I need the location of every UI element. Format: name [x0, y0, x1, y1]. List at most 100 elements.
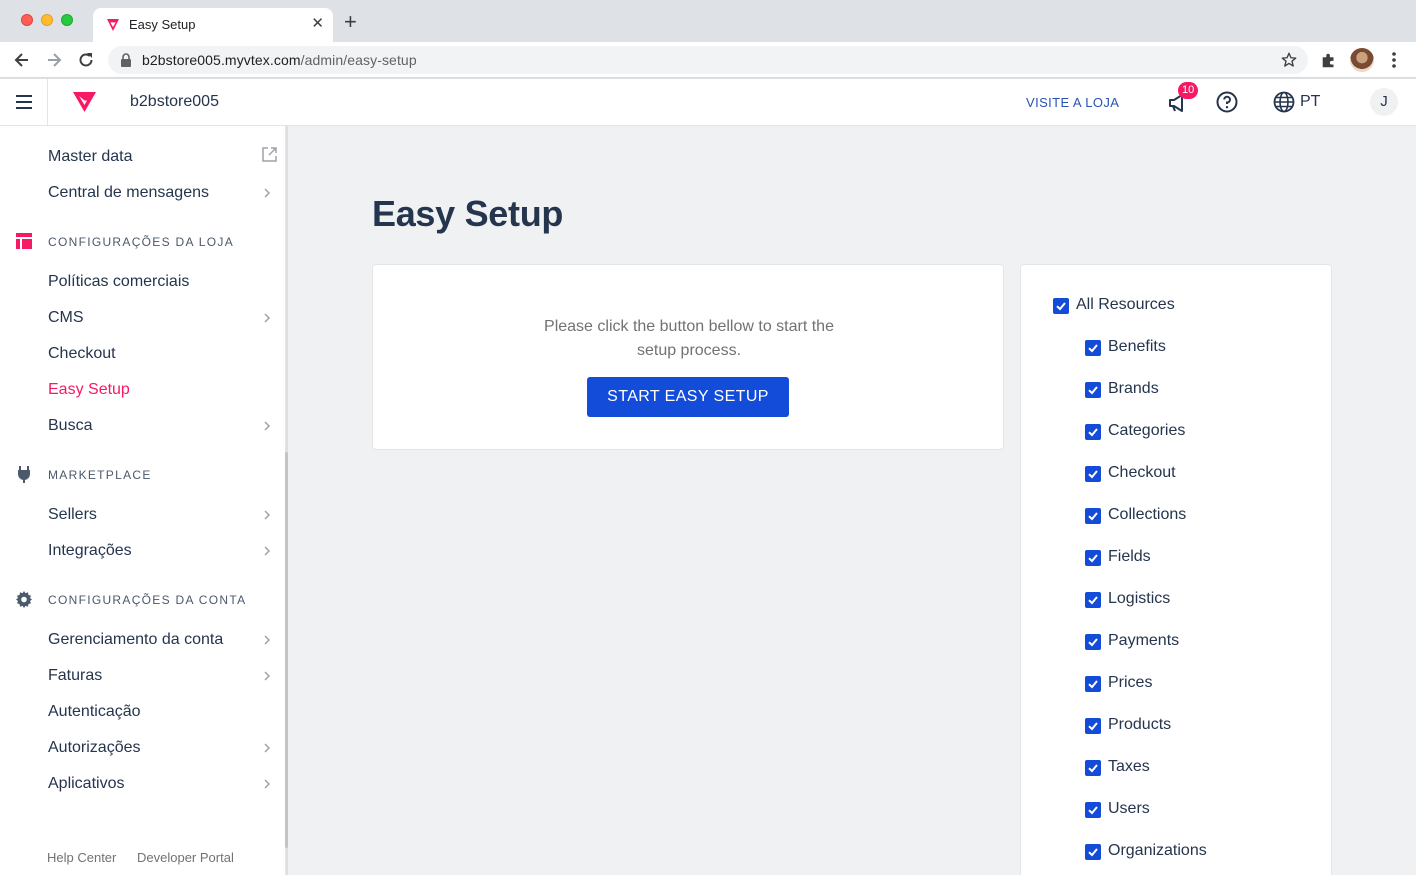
- resource-checkbox[interactable]: [1085, 550, 1101, 566]
- page-title: Easy Setup: [372, 193, 564, 234]
- account-name: b2bstore005: [130, 93, 219, 110]
- resource-checkbox[interactable]: [1085, 844, 1101, 860]
- chevron-right-icon: [264, 671, 271, 681]
- menu-toggle-button[interactable]: [0, 79, 48, 125]
- sidebar-item-faturas[interactable]: Faturas: [48, 667, 102, 685]
- window-close-button[interactable]: [21, 14, 33, 26]
- resource-checkbox[interactable]: [1085, 508, 1101, 524]
- admin-topbar: b2bstore005 VISITE A LOJA 10 PT J: [0, 79, 1416, 126]
- url-path: /admin/easy-setup: [300, 52, 417, 68]
- vtex-logo-icon[interactable]: [72, 91, 97, 113]
- sidebar-item-central-de-mensagens[interactable]: Central de mensagens: [48, 184, 209, 202]
- resources-card: All Resources Benefits Brands Categories Ch…: [1020, 264, 1332, 875]
- external-link-icon[interactable]: [261, 146, 278, 163]
- sidebar-item-busca[interactable]: Busca: [48, 417, 92, 435]
- sidebar-item-aplicativos[interactable]: Aplicativos: [48, 775, 124, 793]
- resource-checkbox[interactable]: [1085, 592, 1101, 608]
- checkmark-icon: [1088, 848, 1098, 857]
- sidebar-item-cms[interactable]: CMS: [48, 309, 84, 327]
- checkmark-icon: [1088, 512, 1098, 521]
- checkmark-icon: [1088, 806, 1098, 815]
- resource-checkbox[interactable]: [1085, 424, 1101, 440]
- checkmark-icon: [1088, 428, 1098, 437]
- all-resources-label: All Resources: [1076, 296, 1175, 313]
- chevron-right-icon: [264, 510, 271, 520]
- checkmark-icon: [1088, 764, 1098, 773]
- all-resources-checkbox[interactable]: [1053, 298, 1069, 314]
- window-minimize-button[interactable]: [41, 14, 53, 26]
- new-tab-button[interactable]: +: [344, 11, 357, 33]
- sidebar-item-autenticacao[interactable]: Autenticação: [48, 703, 141, 721]
- back-arrow-icon[interactable]: [12, 50, 32, 70]
- developer-portal-link[interactable]: Developer Portal: [137, 850, 234, 865]
- chevron-right-icon: [264, 743, 271, 753]
- resource-label: Benefits: [1108, 338, 1166, 355]
- sidebar-item-politicas-comerciais[interactable]: Políticas comerciais: [48, 273, 189, 291]
- section-title-conta: CONFIGURAÇÕES DA CONTA: [48, 593, 247, 607]
- language-selector[interactable]: PT: [1300, 93, 1320, 111]
- help-question-icon[interactable]: [1216, 91, 1238, 113]
- resource-checkbox[interactable]: [1085, 634, 1101, 650]
- extensions-puzzle-icon[interactable]: [1320, 51, 1338, 69]
- bookmark-star-icon[interactable]: [1280, 51, 1298, 69]
- url-host: b2bstore005.myvtex.com: [142, 52, 301, 68]
- profile-avatar[interactable]: [1350, 48, 1374, 72]
- setup-card: Please click the button bellow to start …: [372, 264, 1004, 450]
- resource-label: Brands: [1108, 380, 1159, 397]
- store-layout-icon: [16, 233, 32, 249]
- chevron-right-icon: [264, 546, 271, 556]
- help-center-link[interactable]: Help Center: [47, 850, 116, 865]
- resource-label: Logistics: [1108, 590, 1171, 607]
- tab-close-icon[interactable]: ✕: [311, 15, 324, 33]
- forward-arrow-icon[interactable]: [44, 50, 64, 70]
- user-avatar[interactable]: J: [1370, 88, 1398, 116]
- resource-label: Categories: [1108, 422, 1186, 439]
- address-bar[interactable]: b2bstore005.myvtex.com/admin/easy-setup: [108, 46, 1308, 74]
- start-easy-setup-button[interactable]: START EASY SETUP: [587, 377, 789, 417]
- tab-title: Easy Setup: [129, 17, 196, 32]
- resource-checkbox[interactable]: [1085, 466, 1101, 482]
- resource-label: Fields: [1108, 548, 1151, 565]
- gear-icon: [16, 591, 32, 608]
- sidebar-item-sellers[interactable]: Sellers: [48, 506, 97, 524]
- sidebar-item-autorizacoes[interactable]: Autorizações: [48, 739, 141, 757]
- browser-tab-strip: Easy Setup ✕ +: [0, 0, 1416, 42]
- setup-message-line-2: setup process.: [636, 342, 742, 359]
- chevron-right-icon: [264, 313, 271, 323]
- browser-tab[interactable]: Easy Setup ✕: [93, 8, 333, 42]
- section-title-marketplace: MARKETPLACE: [48, 468, 152, 482]
- chrome-menu-icon[interactable]: [1386, 50, 1402, 70]
- resource-checkbox[interactable]: [1085, 802, 1101, 818]
- checkmark-icon: [1056, 302, 1066, 311]
- sidebar-item-integracoes[interactable]: Integrações: [48, 542, 132, 560]
- sidebar-item-gerenciamento-da-conta[interactable]: Gerenciamento da conta: [48, 631, 223, 649]
- plug-icon: [18, 466, 30, 483]
- sidebar-item-master-data[interactable]: Master data: [48, 148, 132, 166]
- resource-checkbox[interactable]: [1085, 382, 1101, 398]
- resource-label: Users: [1108, 800, 1150, 817]
- resource-checkbox[interactable]: [1085, 676, 1101, 692]
- reload-icon[interactable]: [76, 50, 96, 70]
- resource-label: Collections: [1108, 506, 1187, 523]
- resource-label: Checkout: [1108, 464, 1176, 481]
- resource-label: Taxes: [1108, 758, 1150, 775]
- window-zoom-button[interactable]: [61, 14, 73, 26]
- resource-label: Organizations: [1108, 842, 1207, 859]
- sidebar-item-easy-setup[interactable]: Easy Setup: [48, 381, 130, 399]
- sidebar: Master data Central de mensagens CONFIGU…: [0, 126, 286, 875]
- lock-icon: [121, 53, 131, 67]
- globe-icon[interactable]: [1273, 91, 1295, 113]
- resource-checkbox[interactable]: [1085, 718, 1101, 734]
- resource-label: Payments: [1108, 632, 1180, 649]
- resource-checkbox[interactable]: [1085, 340, 1101, 356]
- resource-label: Prices: [1108, 674, 1153, 691]
- checkmark-icon: [1088, 554, 1098, 563]
- checkmark-icon: [1088, 470, 1098, 479]
- resource-checkbox[interactable]: [1085, 760, 1101, 776]
- visit-store-link[interactable]: VISITE A LOJA: [1026, 95, 1119, 110]
- resource-label: Products: [1108, 716, 1172, 733]
- checkmark-icon: [1088, 386, 1098, 395]
- chevron-right-icon: [264, 421, 271, 431]
- checkmark-icon: [1088, 722, 1098, 731]
- sidebar-item-checkout[interactable]: Checkout: [48, 345, 116, 363]
